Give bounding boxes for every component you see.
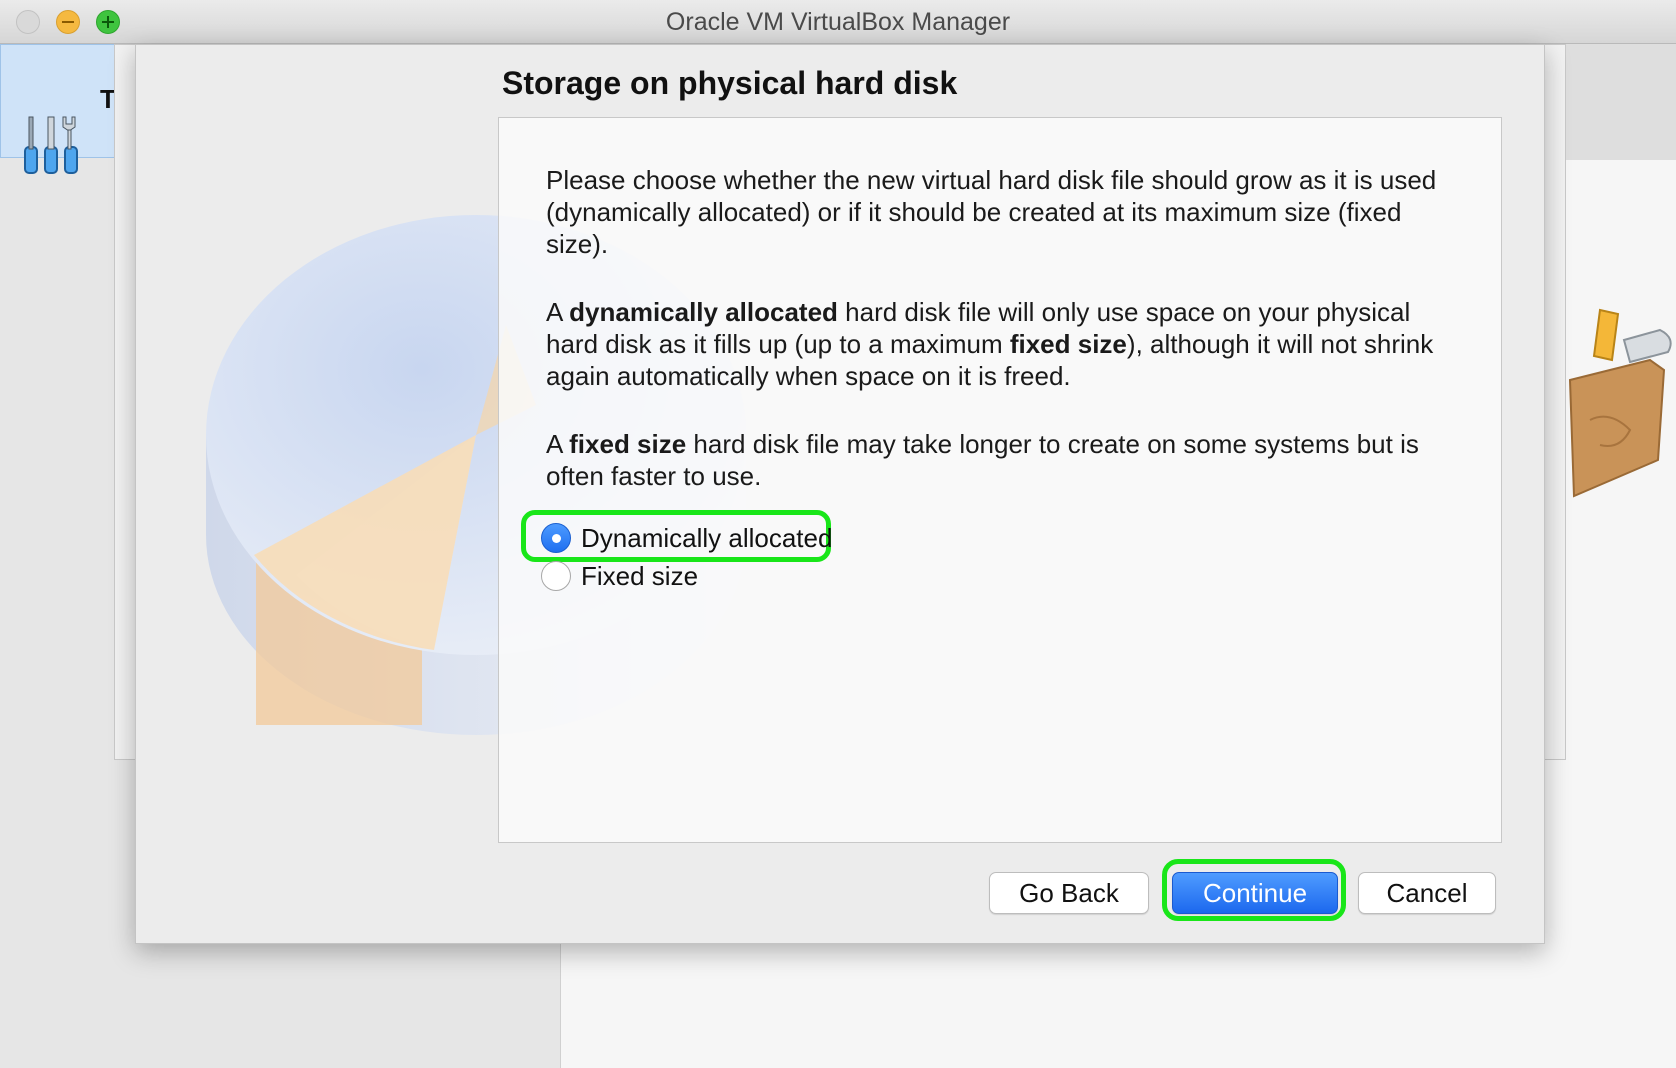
toolbar-strip [1566, 44, 1676, 160]
radio-selected[interactable] [541, 523, 571, 553]
dialog-title: Storage on physical hard disk [502, 65, 958, 101]
option-label: Dynamically allocated [581, 522, 833, 553]
tools-icon [24, 116, 78, 174]
dynamic-description: A dynamically allocated hard disk file w… [546, 297, 1434, 391]
option-dynamically-allocated[interactable]: Dynamically allocated [541, 518, 832, 558]
option-fixed-size[interactable]: Fixed size [541, 556, 698, 596]
cancel-button[interactable]: Cancel [1358, 872, 1496, 914]
toolbox-icon [1568, 308, 1672, 498]
radio-unselected[interactable] [541, 561, 571, 591]
fixed-description: A fixed size hard disk file may take lon… [546, 429, 1419, 491]
intro-paragraph: Please choose whether the new virtual ha… [546, 165, 1437, 259]
title-bar: Oracle VM VirtualBox Manager [0, 0, 1676, 44]
virtualbox-screen: T Oracle VM VirtualBox Manager Storage o… [0, 0, 1676, 1068]
content-panel: Please choose whether the new virtual ha… [498, 117, 1502, 843]
window-title: Oracle VM VirtualBox Manager [665, 8, 1011, 36]
continue-button[interactable]: Continue [1172, 872, 1338, 914]
option-label: Fixed size [581, 560, 699, 591]
create-disk-dialog: Storage on physical hard disk Please cho… [135, 44, 1545, 944]
go-back-button[interactable]: Go Back [989, 872, 1149, 914]
